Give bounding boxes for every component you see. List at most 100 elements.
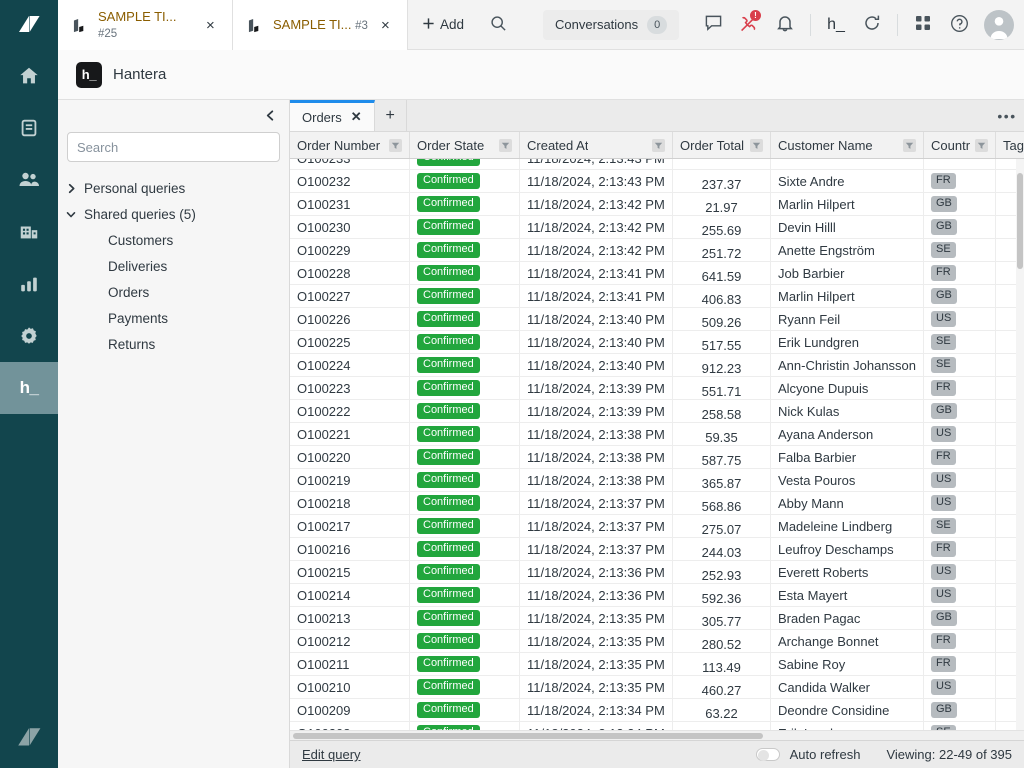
table-row[interactable]: O100219Confirmed11/18/2024, 2:13:38 PM36… [290,469,1024,492]
table-row[interactable]: O100208Confirmed11/18/2024, 2:13:34 PM29… [290,722,1024,730]
ticket-tab[interactable]: SAMPLE TI... #25 × [58,0,233,50]
add-tab-button[interactable]: + [375,100,407,131]
query-item-returns[interactable]: Returns [66,331,289,357]
table-row[interactable]: O100213Confirmed11/18/2024, 2:13:35 PM30… [290,607,1024,630]
refresh-button[interactable] [855,0,889,50]
vertical-scrollbar-thumb[interactable] [1017,173,1023,269]
table-row[interactable]: O100226Confirmed11/18/2024, 2:13:40 PM50… [290,308,1024,331]
query-item-payments[interactable]: Payments [66,305,289,331]
country-badge: GB [931,288,957,305]
query-item-deliveries[interactable]: Deliveries [66,253,289,279]
global-search-button[interactable] [478,0,519,49]
cell-customer_name: Erik Lundgren [771,722,924,730]
help-button[interactable] [942,0,976,50]
cell-order_number: O100230 [290,216,410,238]
close-icon[interactable]: ✕ [351,109,362,125]
table-row[interactable]: O100217Confirmed11/18/2024, 2:13:37 PM27… [290,515,1024,538]
cell-order_state: Confirmed [410,331,520,353]
column-header-customer-name[interactable]: Customer Name [771,132,924,158]
filter-icon[interactable] [651,139,665,152]
horizontal-scrollbar[interactable] [290,730,1024,740]
column-header-tags[interactable]: Tags [996,132,1024,158]
talk-button[interactable]: ! [732,0,766,50]
cell-country: FR [924,630,996,652]
table-row[interactable]: O100211Confirmed11/18/2024, 2:13:35 PM11… [290,653,1024,676]
table-row[interactable]: O100221Confirmed11/18/2024, 2:13:38 PM59… [290,423,1024,446]
query-item-customers[interactable]: Customers [66,227,289,253]
shared-queries-group[interactable]: Shared queries (5) [66,201,289,227]
cell-order_state: Confirmed [410,400,520,422]
table-row[interactable]: O100214Confirmed11/18/2024, 2:13:36 PM59… [290,584,1024,607]
ticket-tab[interactable]: SAMPLE TI... #3 × [233,0,408,50]
table-row[interactable]: O100227Confirmed11/18/2024, 2:13:41 PM40… [290,285,1024,308]
table-row[interactable]: O100232Confirmed11/18/2024, 2:13:43 PM23… [290,170,1024,193]
search-input[interactable] [67,132,280,162]
cell-customer_name: Falba Barbier [771,446,924,468]
filter-icon[interactable] [498,139,512,152]
sidebar-item-organizations[interactable] [0,206,58,258]
table-row[interactable]: O100233Confirmed11/18/2024, 2:13:43 PM [290,159,1024,170]
table-row[interactable]: O100209Confirmed11/18/2024, 2:13:34 PM63… [290,699,1024,722]
column-header-order-state[interactable]: Order State [410,132,520,158]
cell-order_state: Confirmed [410,676,520,698]
chat-button[interactable] [696,0,730,50]
table-row[interactable]: O100225Confirmed11/18/2024, 2:13:40 PM51… [290,331,1024,354]
filter-icon[interactable] [902,139,916,152]
table-row[interactable]: O100220Confirmed11/18/2024, 2:13:38 PM58… [290,446,1024,469]
personal-queries-group[interactable]: Personal queries [66,175,289,201]
notifications-button[interactable] [768,0,802,50]
sidebar-item-reporting[interactable] [0,258,58,310]
column-header-created-at[interactable]: Created At [520,132,673,158]
table-row[interactable]: O100222Confirmed11/18/2024, 2:13:39 PM25… [290,400,1024,423]
apps-button[interactable] [906,0,940,50]
filter-icon[interactable] [388,139,402,152]
app-root: h_ SAMPLE TI... #25 [0,0,1024,768]
table-row[interactable]: O100230Confirmed11/18/2024, 2:13:42 PM25… [290,216,1024,239]
cell-order_number: O100218 [290,492,410,514]
sidebar-item-admin[interactable] [0,310,58,362]
query-item-orders[interactable]: Orders [66,279,289,305]
table-row[interactable]: O100224Confirmed11/18/2024, 2:13:40 PM91… [290,354,1024,377]
edit-query-link[interactable]: Edit query [302,747,361,762]
conversations-button[interactable]: Conversations 0 [543,10,679,40]
sidebar-item-views[interactable] [0,102,58,154]
table-row[interactable]: O100210Confirmed11/18/2024, 2:13:35 PM46… [290,676,1024,699]
column-header-order-total[interactable]: Order Total [673,132,771,158]
close-icon[interactable]: × [381,18,397,33]
table-row[interactable]: O100216Confirmed11/18/2024, 2:13:37 PM24… [290,538,1024,561]
status-badge: Confirmed [417,334,480,351]
close-icon[interactable]: × [206,18,222,33]
table-row[interactable]: O100212Confirmed11/18/2024, 2:13:35 PM28… [290,630,1024,653]
auto-refresh-toggle[interactable] [756,748,780,761]
zendesk-footer-logo[interactable] [0,708,58,768]
cell-created_at: 11/18/2024, 2:13:39 PM [520,377,673,399]
sidebar-item-home[interactable] [0,50,58,102]
filter-icon[interactable] [974,139,988,152]
tab-orders[interactable]: Orders ✕ [290,100,375,131]
more-options-button[interactable]: ••• [990,100,1024,131]
column-header-order-number[interactable]: Order Number [290,132,410,158]
status-bar: Edit query Auto refresh Viewing: 22-49 o… [290,740,1024,768]
sidebar-item-hantera[interactable]: h_ [0,362,58,414]
hantera-app-button[interactable]: h_ [819,0,853,50]
sidebar-item-customers[interactable] [0,154,58,206]
table-row[interactable]: O100215Confirmed11/18/2024, 2:13:36 PM25… [290,561,1024,584]
status-badge: Confirmed [417,380,480,397]
gear-icon [18,325,40,347]
table-row[interactable]: O100228Confirmed11/18/2024, 2:13:41 PM64… [290,262,1024,285]
add-button[interactable]: Add [408,0,478,49]
table-row[interactable]: O100218Confirmed11/18/2024, 2:13:37 PM56… [290,492,1024,515]
cell-created_at: 11/18/2024, 2:13:37 PM [520,538,673,560]
table-row[interactable]: O100223Confirmed11/18/2024, 2:13:39 PM55… [290,377,1024,400]
chevron-left-icon[interactable] [264,109,277,124]
avatar[interactable] [984,10,1014,40]
table-row[interactable]: O100231Confirmed11/18/2024, 2:13:42 PM21… [290,193,1024,216]
table-row[interactable]: O100229Confirmed11/18/2024, 2:13:42 PM25… [290,239,1024,262]
horizontal-scrollbar-thumb[interactable] [293,733,763,739]
cell-order_total: 912.23 [673,354,771,376]
query-panel: Personal queries Shared queries (5) Cust… [58,100,290,768]
cell-order_number: O100220 [290,446,410,468]
column-header-country[interactable]: Country [924,132,996,158]
vertical-scrollbar[interactable] [1016,159,1024,730]
filter-icon[interactable] [749,139,763,152]
